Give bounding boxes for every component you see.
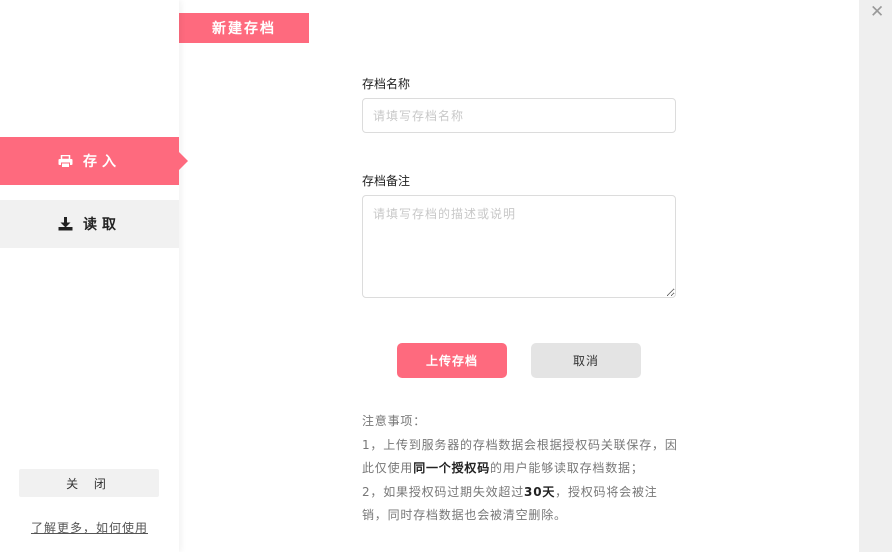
note2-bold: 30天 (524, 484, 556, 499)
notes-section: 注意事项： 1，上传到服务器的存档数据会根据授权码关联保存，因此仅使用同一个授权… (362, 410, 682, 528)
section-title: 新建存档 (179, 13, 309, 43)
note-item-2: 2，如果授权码过期失效超过30天，授权码将会被注销，同时存档数据也会被清空删除。 (362, 481, 682, 528)
download-icon (58, 217, 73, 231)
archive-note-label: 存档备注 (362, 174, 411, 188)
close-icon[interactable]: ✕ (870, 3, 884, 21)
printer-icon (58, 154, 73, 168)
save-tab-label: 存入 (83, 154, 121, 170)
archive-name-label: 存档名称 (362, 77, 411, 91)
archive-name-input[interactable] (362, 98, 676, 133)
load-tab[interactable]: 读取 (0, 200, 179, 248)
save-tab[interactable]: 存入 (0, 137, 188, 185)
close-button[interactable]: 关 闭 (19, 469, 159, 497)
right-strip (859, 0, 892, 552)
learn-more-link[interactable]: 了解更多，如何使用 (0, 519, 179, 536)
notes-title: 注意事项： (362, 414, 427, 428)
note1-suffix: 的用户能够读取存档数据； (490, 461, 644, 475)
note2-prefix: 2，如果授权码过期失效超过 (362, 484, 525, 499)
sidebar: 存入 读取 关 闭 了解更多，如何使用 (0, 0, 188, 552)
load-tab-label: 读取 (83, 217, 121, 233)
note-item-1: 1，上传到服务器的存档数据会根据授权码关联保存，因此仅使用同一个授权码的用户能够… (362, 434, 682, 481)
archive-note-textarea[interactable] (362, 195, 676, 298)
note1-bold: 同一个授权码 (413, 461, 491, 475)
cancel-button[interactable]: 取消 (531, 343, 641, 378)
main-panel: 新建存档 存档名称 存档备注 上传存档 取消 注意事项： 1，上传到服务器的存档… (179, 0, 859, 552)
upload-button[interactable]: 上传存档 (397, 343, 507, 378)
